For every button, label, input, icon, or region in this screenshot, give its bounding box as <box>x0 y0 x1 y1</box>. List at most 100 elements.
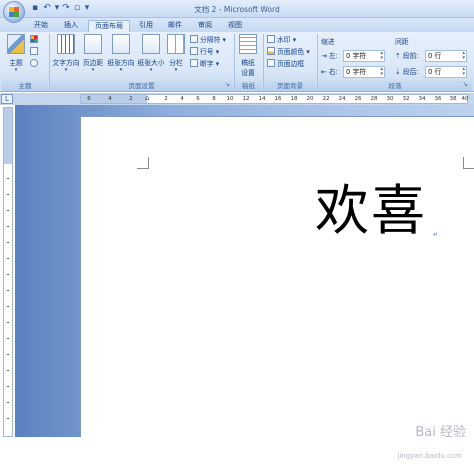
indent-left-input[interactable]: 0 字符 ▴ ▾ <box>343 50 385 62</box>
title-bar: ▪ ↶ ▾ ↷ ▫ ▾ 文档 2 - Microsoft Word <box>0 0 474 23</box>
ruler-number: 12 <box>242 96 250 102</box>
spinner-arrows-icon[interactable]: ▴ ▾ <box>380 67 383 77</box>
paragraph-launcher-icon[interactable]: ↘ <box>463 82 470 89</box>
theme-effects-icon <box>30 59 38 67</box>
theme-effects-button[interactable] <box>30 59 40 70</box>
spacing-before-input[interactable]: 0 行 ▴ ▾ <box>425 50 467 62</box>
tab-insert[interactable]: 插入 <box>60 20 82 32</box>
spacing-after-spinner[interactable]: ⇣ 段后: 0 行 ▴ ▾ <box>395 66 469 78</box>
crop-mark-top-right <box>463 157 474 169</box>
breaks-button[interactable]: 分隔符 ▾ <box>190 35 226 46</box>
draft-paper-icon <box>239 34 257 54</box>
group-label-page-background: 页面背景 <box>264 81 316 91</box>
horizontal-ruler[interactable]: 6 4 2 ⌂ 2 4 6 8 10 12 14 16 18 20 22 24 … <box>80 94 469 104</box>
chevron-down-icon: ▾ <box>91 67 95 73</box>
spinner-arrows-icon[interactable]: ▴ ▾ <box>380 51 383 61</box>
tab-mailings[interactable]: 邮件 <box>164 20 186 32</box>
group-label-draft-paper: 稿纸 <box>235 81 262 91</box>
ruler-tick <box>7 402 9 403</box>
ruler-number: 16 <box>274 96 282 102</box>
ruler-number: 2 <box>164 96 168 102</box>
chevron-down-icon: ▾ <box>174 67 178 73</box>
group-label-page-setup: 页面设置 <box>50 81 233 91</box>
indent-right-spinner[interactable]: ⇤ 右: 0 字符 ▴ ▾ <box>321 66 387 78</box>
page-color-button[interactable]: 页面颜色 ▾ <box>267 47 310 58</box>
spacing-header: 间距 <box>395 38 409 46</box>
page-setup-launcher-icon[interactable]: ↘ <box>225 82 232 89</box>
tab-view[interactable]: 视图 <box>224 20 246 32</box>
ruler-number: 6 <box>196 96 200 102</box>
breaks-icon <box>190 35 198 43</box>
spinner-arrows-icon[interactable]: ▴ ▾ <box>462 51 465 61</box>
theme-colors-button[interactable] <box>30 35 40 46</box>
themes-button[interactable]: 主题 ▾ <box>4 34 28 78</box>
line-numbers-icon <box>190 47 198 55</box>
tab-selector[interactable]: L <box>1 94 13 104</box>
spinner-arrows-icon[interactable]: ▴ ▾ <box>462 67 465 77</box>
ruler-tick <box>7 306 9 307</box>
theme-fonts-button[interactable] <box>30 47 40 58</box>
ruler-tick <box>7 194 9 195</box>
ruler-tick <box>7 418 9 419</box>
draft-paper-button[interactable]: 稿纸 设置 <box>237 34 259 78</box>
group-label-themes: 主题 <box>2 81 48 91</box>
ruler-number: 22 <box>322 96 330 102</box>
tab-references[interactable]: 引用 <box>135 20 157 32</box>
paper-size-icon <box>142 34 160 54</box>
window-title: 文档 2 - Microsoft Word <box>194 5 280 14</box>
ruler-tick <box>7 258 9 259</box>
ruler-number: 10 <box>226 96 234 102</box>
ribbon-body: 主题 ▾ 主题 文字方向 ▾ 页边距 ▾ 纸张方向 ▾ 纸张大小 ▾ 分栏 ▾ … <box>0 32 474 92</box>
ruler-number: 4 <box>108 96 112 102</box>
office-button[interactable] <box>3 1 25 23</box>
ruler-number: 24 <box>338 96 346 102</box>
tab-home[interactable]: 开始 <box>30 20 52 32</box>
chevron-down-icon: ▾ <box>64 67 68 73</box>
indent-left-spinner[interactable]: ⇥ 左: 0 字符 ▴ ▾ <box>321 50 387 62</box>
ruler-tick <box>7 322 9 323</box>
ruler-number: 30 <box>386 96 394 102</box>
ribbon-tabs: 开始 插入 页面布局 引用 邮件 审阅 视图 <box>0 18 474 32</box>
orientation-button[interactable]: 纸张方向 ▾ <box>106 34 136 78</box>
ruler-number: 40 <box>461 96 469 102</box>
theme-fonts-icon <box>30 47 38 55</box>
columns-button[interactable]: 分栏 ▾ <box>166 34 186 78</box>
themes-icon <box>7 34 25 54</box>
hyphenation-button[interactable]: 断字 ▾ <box>190 59 219 70</box>
vertical-ruler[interactable] <box>3 107 13 437</box>
text-direction-button[interactable]: 文字方向 ▾ <box>51 34 81 78</box>
spacing-after-input[interactable]: 0 行 ▴ ▾ <box>425 66 467 78</box>
spacing-before-icon: ⇡ <box>395 52 401 60</box>
margins-button[interactable]: 页边距 ▾ <box>81 34 105 78</box>
ruler-number: 26 <box>354 96 362 102</box>
chevron-down-icon: ▾ <box>119 67 123 73</box>
page-borders-button[interactable]: 页面边框 <box>267 59 304 70</box>
chevron-down-icon: ▾ <box>14 67 18 73</box>
tab-review[interactable]: 审阅 <box>194 20 216 32</box>
ruler-tick <box>7 354 9 355</box>
ruler-tick <box>7 242 9 243</box>
spacing-before-spinner[interactable]: ⇡ 段前: 0 行 ▴ ▾ <box>395 50 469 62</box>
indent-right-input[interactable]: 0 字符 ▴ ▾ <box>343 66 385 78</box>
page-borders-icon <box>267 59 275 67</box>
ruler-number: 6 <box>87 96 91 102</box>
ruler-number: 2 <box>129 96 133 102</box>
line-numbers-button[interactable]: 行号 ▾ <box>190 47 219 58</box>
ruler-top-margin <box>4 108 12 164</box>
ruler-tick <box>7 290 9 291</box>
document-page[interactable]: 欢喜 ↵ <box>80 116 474 437</box>
indent-header: 缩进 <box>321 38 335 46</box>
chevron-down-icon: ▾ <box>149 67 153 73</box>
ruler-tick <box>7 178 9 179</box>
watermark-icon <box>267 35 275 43</box>
watermark-button[interactable]: 水印 ▾ <box>267 35 296 46</box>
crop-mark-top-left <box>137 157 149 169</box>
size-button[interactable]: 纸张大小 ▾ <box>136 34 166 78</box>
ruler-number: 8 <box>212 96 216 102</box>
indent-marker-icon[interactable]: ⌂ <box>145 94 149 102</box>
tab-page-layout[interactable]: 页面布局 <box>88 20 130 32</box>
document-text[interactable]: 欢喜 <box>315 181 427 241</box>
ruler-tick <box>7 386 9 387</box>
theme-colors-icon <box>30 35 38 43</box>
ruler-tick <box>7 338 9 339</box>
